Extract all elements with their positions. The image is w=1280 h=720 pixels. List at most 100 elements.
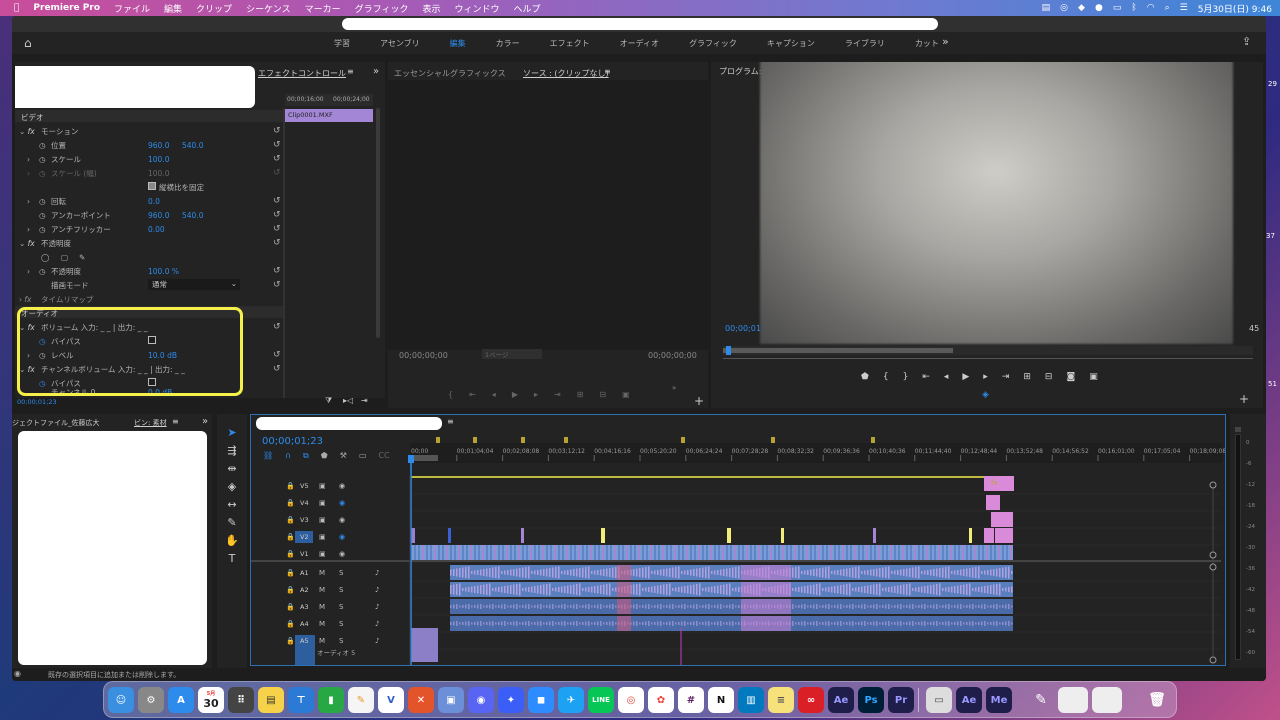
timeline-tracks-area[interactable]: 00;00 00;01;04;04 00;02;08;08 00;03;12;12 00… — [251, 415, 1226, 666]
menu-marker[interactable]: マーカー — [305, 2, 341, 15]
v1-clip[interactable] — [638, 545, 640, 560]
reset-icon[interactable]: ↺ — [273, 280, 281, 290]
v2-clip[interactable] — [601, 528, 605, 543]
dropbox-icon[interactable]: ◆ — [1078, 3, 1085, 13]
v1-clip[interactable] — [458, 545, 460, 560]
ws-learning[interactable]: 学習 — [334, 38, 350, 49]
audio-clip-highlight[interactable] — [617, 616, 631, 631]
panel-menu-icon[interactable]: ≡ — [604, 67, 611, 76]
v1-clip[interactable] — [630, 545, 632, 560]
v1-clip[interactable] — [426, 545, 428, 560]
v1-clip[interactable] — [774, 545, 776, 560]
eye-icon[interactable]: ◉ — [339, 482, 345, 490]
v1-clip[interactable] — [586, 545, 588, 560]
v1-clip[interactable] — [662, 545, 664, 560]
v1-clip[interactable] — [954, 545, 956, 560]
reset-icon[interactable]: ↺ — [273, 140, 281, 150]
ws-captions[interactable]: キャプション — [767, 38, 815, 49]
v1-clip[interactable] — [686, 545, 688, 560]
v1-clip[interactable] — [790, 545, 792, 560]
v1-clip[interactable] — [910, 545, 912, 560]
bluetooth-icon[interactable]: ᛒ — [1131, 3, 1136, 13]
v4-clip[interactable] — [986, 495, 1000, 510]
vivaldi-icon[interactable]: V — [378, 687, 404, 713]
v2-clip[interactable] — [521, 528, 524, 543]
eye-icon[interactable]: ◉ — [339, 533, 345, 541]
v1-clip[interactable] — [522, 545, 524, 560]
discord-icon[interactable]: ◉ — [468, 687, 494, 713]
app-store-icon[interactable]: A — [168, 687, 194, 713]
v1-clip[interactable] — [530, 545, 532, 560]
eye-icon[interactable]: ◉ — [339, 516, 345, 524]
track-label-v5[interactable]: V5 — [300, 482, 309, 490]
compare-icon[interactable]: ▣ — [1089, 372, 1098, 384]
reset-icon[interactable]: ↺ — [273, 350, 281, 360]
v1-clip[interactable] — [646, 545, 648, 560]
reset-icon[interactable]: ↺ — [273, 196, 281, 206]
launchpad-icon[interactable]: ⠿ — [228, 687, 254, 713]
rectangle-mask-icon[interactable]: ▢ — [61, 253, 68, 262]
v1-clip[interactable] — [614, 545, 616, 560]
lock-icon[interactable]: 🔒 — [286, 516, 295, 524]
v1-clip[interactable] — [678, 545, 680, 560]
v1-clip[interactable] — [754, 545, 756, 560]
track-select-tool-icon[interactable]: ⇶ — [225, 444, 239, 457]
v1-clip[interactable] — [826, 545, 828, 560]
trash-icon[interactable]: 🗑 — [1144, 687, 1170, 713]
track-label-v4[interactable]: V4 — [300, 499, 309, 507]
v1-clip[interactable] — [558, 545, 560, 560]
ruler-marker[interactable] — [473, 437, 477, 443]
v1-clip[interactable] — [834, 545, 836, 560]
stickies-icon[interactable]: ≡ — [768, 687, 794, 713]
pen-mask-icon[interactable]: ✎ — [79, 253, 85, 262]
reset-icon[interactable]: ↺ — [273, 266, 281, 276]
v1-clip[interactable] — [490, 545, 492, 560]
v1-clip[interactable] — [978, 545, 980, 560]
audio-clip-highlight[interactable] — [617, 599, 631, 614]
v1-clip[interactable] — [542, 545, 544, 560]
v1-clip[interactable] — [470, 545, 472, 560]
v2-clip[interactable] — [995, 528, 1013, 543]
v1-clip[interactable] — [746, 545, 748, 560]
track-label-v3[interactable]: V3 — [300, 516, 309, 524]
v1-clip[interactable] — [766, 545, 768, 560]
calendar-icon[interactable]: 5月 30 — [198, 687, 224, 713]
v1-clip[interactable] — [710, 545, 712, 560]
anchor-y[interactable]: 540.0 — [182, 211, 203, 220]
audio-clip-highlight[interactable] — [741, 582, 791, 597]
film-icon[interactable]: ▣ — [319, 550, 326, 558]
stopwatch-icon[interactable]: ◷ — [39, 155, 46, 164]
timeremap-row[interactable]: › fx タイムリマップ — [15, 292, 283, 306]
battery-icon[interactable]: ▭ — [1113, 3, 1122, 13]
program-tc-left[interactable]: 00;00;01 — [725, 324, 761, 333]
panel-menu-icon[interactable]: ≡ — [347, 67, 354, 76]
microphone-icon[interactable]: ♪ — [375, 620, 379, 628]
microphone-icon[interactable]: ♪ — [375, 637, 379, 645]
menu-view[interactable]: 表示 — [422, 2, 440, 15]
v1-clip[interactable] — [994, 545, 996, 560]
v1-clip[interactable] — [786, 545, 788, 560]
mute-icon[interactable]: M — [319, 586, 325, 594]
v1-clip[interactable] — [602, 545, 604, 560]
go-in-icon[interactable]: ⇤ — [469, 390, 476, 402]
microphone-icon[interactable]: ♪ — [375, 569, 379, 577]
audio-clip-highlight[interactable] — [741, 599, 791, 614]
stopwatch-icon[interactable]: ◷ — [39, 197, 46, 206]
creative-cloud-app-icon[interactable]: ∞ — [798, 687, 824, 713]
ripple-edit-tool-icon[interactable]: ⇹ — [225, 462, 239, 475]
v2-clip[interactable] — [984, 528, 994, 543]
reset-icon[interactable]: ↺ — [273, 210, 281, 220]
opacity-value[interactable]: 100.0 % — [148, 267, 179, 276]
v1-clip[interactable] — [582, 545, 584, 560]
antiflicker-value[interactable]: 0.00 — [148, 225, 165, 234]
v1-clip[interactable] — [422, 545, 424, 560]
step-back-icon[interactable]: ◂ — [492, 390, 496, 402]
opacity-group-row[interactable]: ⌄ fx 不透明度 ↺ — [15, 236, 283, 250]
v1-clip[interactable] — [418, 545, 420, 560]
v1-clip[interactable] — [650, 545, 652, 560]
mark-in-icon[interactable]: { — [448, 390, 453, 402]
zoom-icon[interactable]: ◼ — [528, 687, 554, 713]
v2-clip[interactable] — [873, 528, 876, 543]
v1-clip[interactable] — [822, 545, 824, 560]
after-effects-icon[interactable]: Ae — [828, 687, 854, 713]
